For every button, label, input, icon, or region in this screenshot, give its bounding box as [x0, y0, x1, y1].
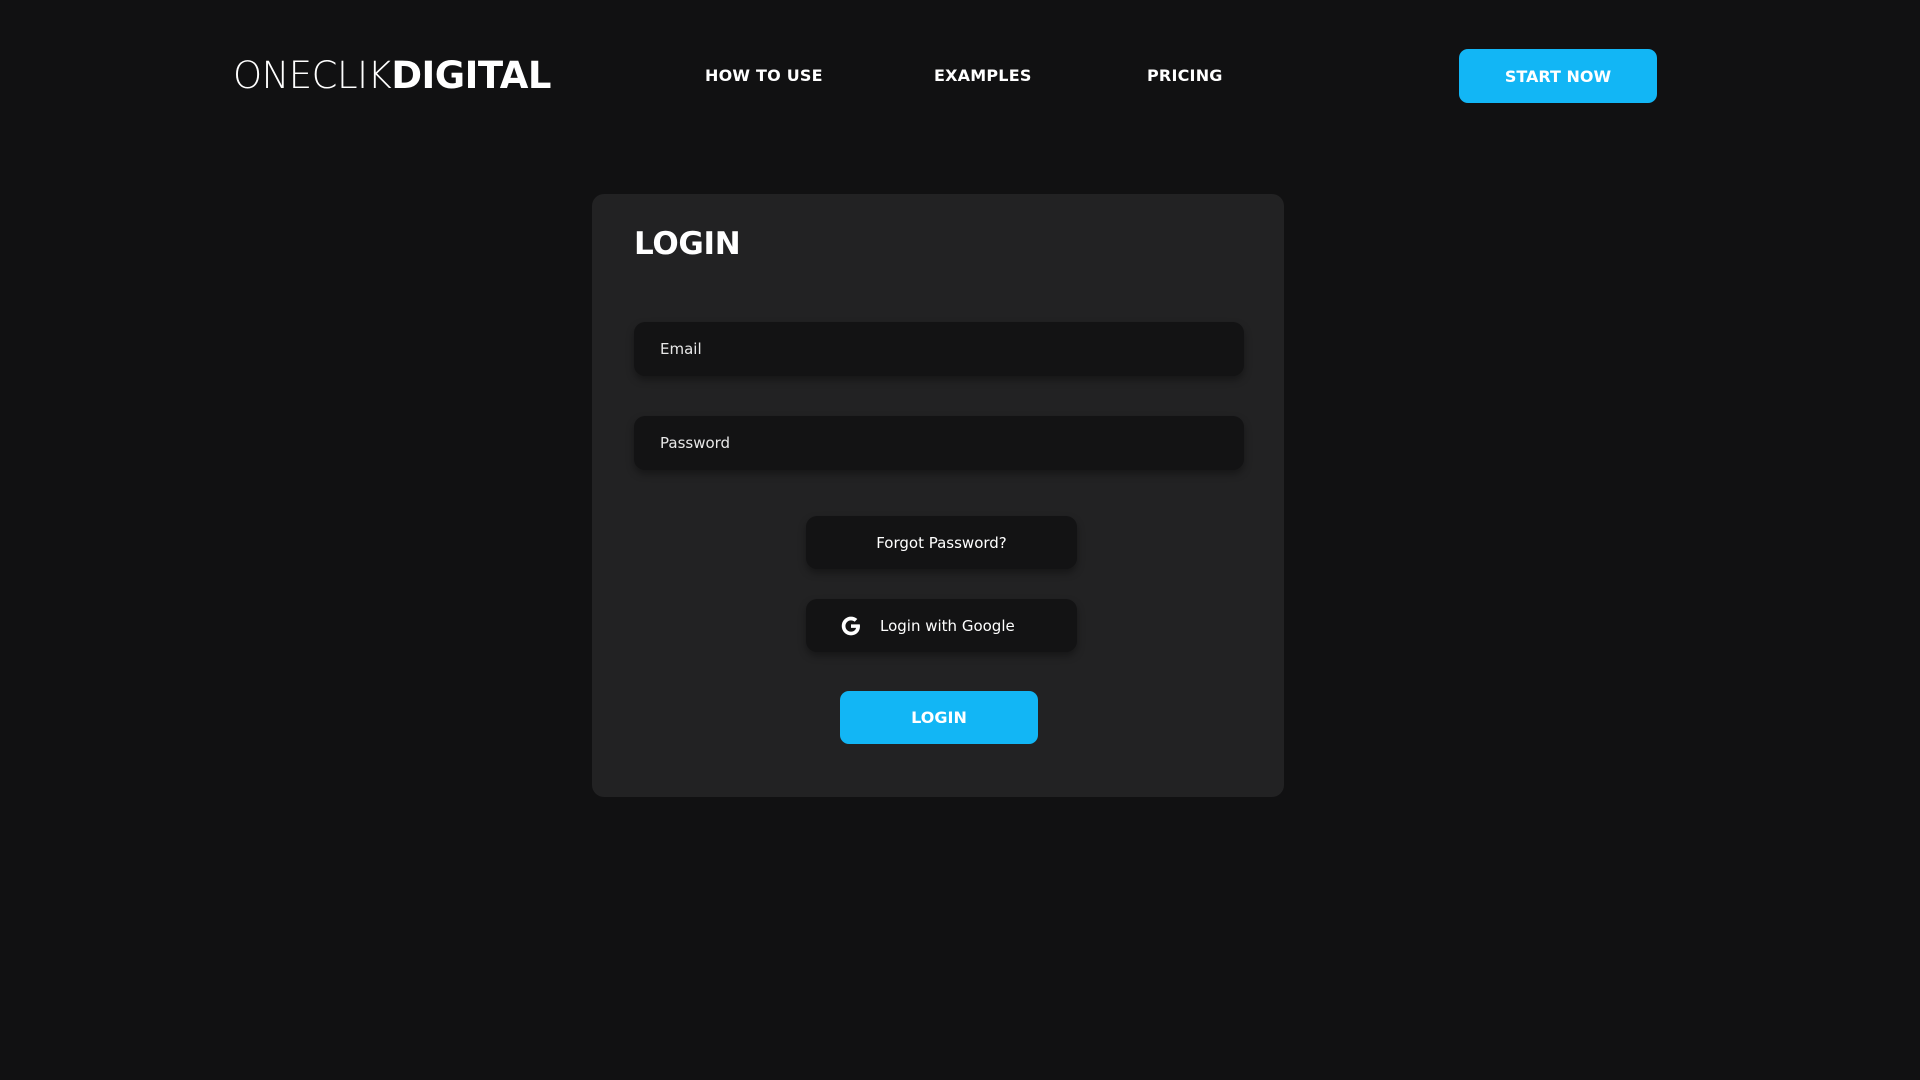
nav-pricing[interactable]: PRICING	[1147, 64, 1223, 88]
logo-light-text: ONECLIK	[233, 54, 392, 97]
start-now-button[interactable]: START NOW	[1459, 49, 1657, 103]
forgot-password-button[interactable]: Forgot Password?	[806, 516, 1077, 569]
login-with-google-button[interactable]: Login with Google	[806, 599, 1077, 652]
login-submit-button[interactable]: LOGIN	[840, 691, 1038, 744]
login-card: LOGIN Forgot Password? Login with Google…	[592, 194, 1284, 797]
login-title: LOGIN	[634, 226, 741, 262]
google-g-icon	[840, 615, 862, 637]
site-header: ONECLIKDIGITAL HOW TO USE EXAMPLES PRICI…	[0, 0, 1920, 152]
google-button-label: Login with Google	[880, 616, 1015, 635]
email-field[interactable]	[634, 322, 1244, 376]
logo-bold-text: DIGITAL	[391, 54, 552, 97]
nav-examples[interactable]: EXAMPLES	[934, 64, 1032, 88]
password-field[interactable]	[634, 416, 1244, 470]
nav-how-to-use[interactable]: HOW TO USE	[705, 64, 823, 88]
brand-logo[interactable]: ONECLIKDIGITAL	[233, 50, 552, 102]
email-field-wrapper	[634, 322, 1244, 376]
password-field-wrapper	[634, 416, 1244, 470]
